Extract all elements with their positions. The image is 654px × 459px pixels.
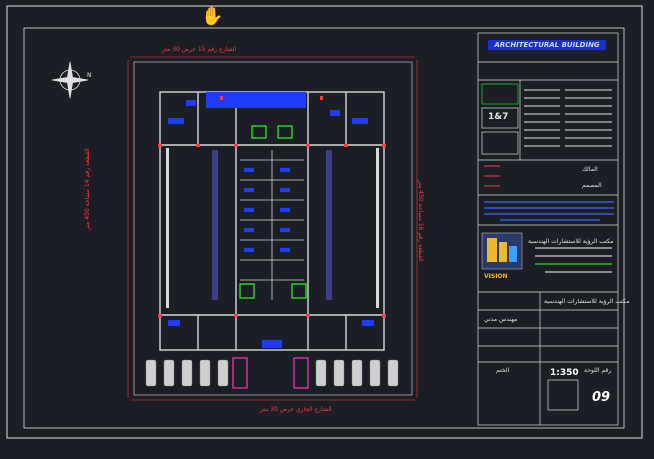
cad-drawing-canvas [6,5,643,439]
columns [166,148,379,308]
scale-value: 1:350 [550,368,579,378]
unit-number: 1&7 [488,112,509,122]
stamp-label: الختم [496,367,510,374]
title-block-blue-notes [484,201,614,221]
parked-cars [145,359,399,387]
dimension-lines [127,56,418,401]
title-block-red-marks [484,165,500,187]
designer-label: المصمم [582,182,602,189]
bottom-street-label: الشارع الجاري عرض 30 متر [260,406,332,413]
office-name: مكتب الرؤية للاستشارات الهندسية [528,238,614,245]
sheet-number: 09 [592,390,611,405]
parking-bays [240,150,304,300]
hand-cursor-icon: ✋ [201,6,224,27]
title-block-text-lines [524,89,612,147]
top-street-label: الشارع رقم 15 عرض 30 متر [162,46,237,53]
field-1: مكتب الرؤية للاستشارات الهندسية [544,298,630,305]
drawing-number-label: رقم اللوحة [584,367,612,374]
accessible-parking [232,357,309,389]
right-street-label: القطعة رقم 16 مساحة 450 متر [417,180,424,262]
left-street-label: القطعة رقم 14 مساحة 450 متر [84,148,91,230]
logo-text: VISION [484,273,508,280]
north-label: N [87,72,92,79]
field-2: مهندس مدني [484,316,518,323]
owner-label: المالك [582,166,598,173]
project-title: ARCHITECTURAL BUILDING [488,40,606,50]
north-arrow-icon [51,61,89,99]
